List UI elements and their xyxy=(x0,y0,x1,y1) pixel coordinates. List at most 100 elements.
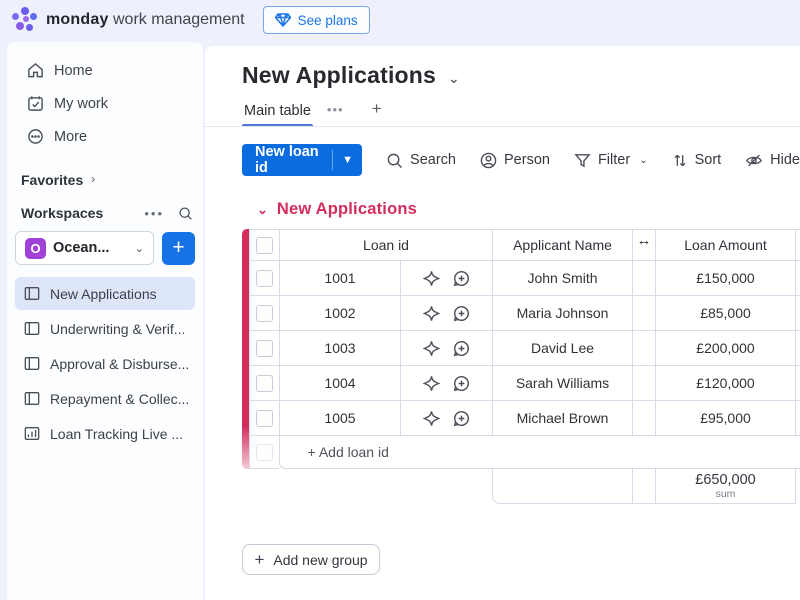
new-item-dropdown-icon[interactable]: ▼ xyxy=(333,144,362,176)
loan-id-cell[interactable]: 1003 xyxy=(279,331,400,366)
plus-icon: + xyxy=(254,550,264,570)
table-row: 1004 Sarah Williams £120,000 xyxy=(242,366,800,401)
loan-id-cell[interactable]: 1001 xyxy=(279,261,400,296)
workspaces-search-icon[interactable] xyxy=(178,206,193,221)
loan-id-cell[interactable]: 1002 xyxy=(279,296,400,331)
group-color-bar xyxy=(242,229,249,469)
sidebar-board-repayment[interactable]: Repayment & Collec... xyxy=(15,382,195,415)
item-actions-cell xyxy=(400,261,492,296)
top-bar: monday work management See plans xyxy=(0,0,800,40)
sidebar-workspaces-header: Workspaces ••• xyxy=(15,193,195,229)
chevron-down-icon: ⌄ xyxy=(135,242,144,255)
eye-slash-icon xyxy=(745,152,763,169)
filter-dropdown-icon[interactable]: ⌄ xyxy=(639,155,647,166)
brand-title: monday work management xyxy=(46,11,245,29)
column-header-applicant-name[interactable]: Applicant Name xyxy=(492,229,632,261)
group-title[interactable]: New Applications xyxy=(277,200,417,219)
column-header-loan-id[interactable]: Loan id xyxy=(279,229,492,261)
table-row: 1003 David Lee £200,000 xyxy=(242,331,800,366)
add-loan-id-button[interactable]: + Add loan id xyxy=(279,436,800,469)
filter-button[interactable]: Filter ⌄ xyxy=(574,152,648,169)
board-title-chevron-icon[interactable]: ⌄ xyxy=(448,70,460,87)
row-checkbox[interactable] xyxy=(256,340,273,357)
tab-options-icon[interactable]: ••• xyxy=(327,102,344,127)
board-title[interactable]: New Applications xyxy=(242,62,436,89)
column-header-loan-amount[interactable]: Loan Amount xyxy=(655,229,795,261)
calendar-check-icon xyxy=(27,95,44,112)
sidebar-board-underwriting[interactable]: Underwriting & Verif... xyxy=(15,312,195,345)
board-table: Loan id Applicant Name ↔ Loan Amount 100… xyxy=(242,229,800,504)
loan-amount-cell[interactable]: £120,000 xyxy=(655,366,795,401)
see-plans-button[interactable]: See plans xyxy=(263,6,370,34)
row-checkbox[interactable] xyxy=(256,375,273,392)
new-loan-id-button[interactable]: New loan id ▼ xyxy=(242,144,362,176)
home-icon xyxy=(27,62,44,79)
sidebar-item-home[interactable]: Home xyxy=(15,54,195,87)
item-actions-cell xyxy=(400,366,492,401)
column-gap[interactable]: ↔ xyxy=(632,229,655,261)
row-checkbox[interactable] xyxy=(256,410,273,427)
ai-sparkle-icon[interactable] xyxy=(423,305,440,322)
add-new-group-button[interactable]: + Add new group xyxy=(242,544,380,575)
column-summary-row: £650,000 sum xyxy=(492,469,800,504)
monday-logo-icon xyxy=(12,7,38,33)
loan-amount-cell[interactable]: £200,000 xyxy=(655,331,795,366)
search-button[interactable]: Search xyxy=(386,152,456,169)
applicant-name-cell[interactable]: Michael Brown xyxy=(492,401,632,436)
board-toolbar: New loan id ▼ Search Person Filter ⌄ Sor… xyxy=(242,144,800,176)
group-collapse-icon[interactable]: ⌄ xyxy=(257,202,268,218)
loan-id-cell[interactable]: 1004 xyxy=(279,366,400,401)
row-checkbox[interactable] xyxy=(256,305,273,322)
person-filter-button[interactable]: Person xyxy=(480,152,550,169)
workspaces-menu-icon[interactable]: ••• xyxy=(144,206,164,221)
filter-funnel-icon xyxy=(574,152,591,169)
sidebar-board-loan-tracking[interactable]: Loan Tracking Live ... xyxy=(15,417,195,450)
more-circle-icon xyxy=(27,128,44,145)
hide-button[interactable]: Hide xyxy=(745,152,800,169)
tab-main-table[interactable]: Main table xyxy=(242,97,313,127)
sidebar: Home My work More Favorites › Workspaces… xyxy=(7,42,203,600)
board-icon xyxy=(24,356,40,371)
board-icon xyxy=(24,286,40,301)
search-icon xyxy=(386,152,403,169)
gem-icon xyxy=(275,13,291,27)
sidebar-item-more[interactable]: More xyxy=(15,120,195,153)
loan-amount-summary[interactable]: £650,000 sum xyxy=(655,469,795,504)
applicant-name-cell[interactable]: John Smith xyxy=(492,261,632,296)
ai-sparkle-icon[interactable] xyxy=(423,410,440,427)
ai-sparkle-icon[interactable] xyxy=(423,340,440,357)
add-update-bubble-icon[interactable] xyxy=(453,270,470,287)
add-item-row[interactable]: + Add loan id xyxy=(242,436,800,469)
add-update-bubble-icon[interactable] xyxy=(453,375,470,392)
select-all-checkbox[interactable] xyxy=(256,237,273,254)
applicant-name-cell[interactable]: David Lee xyxy=(492,331,632,366)
sidebar-favorites[interactable]: Favorites › xyxy=(15,153,195,193)
workspace-selector[interactable]: O Ocean... ⌄ xyxy=(15,231,154,265)
item-actions-cell xyxy=(400,401,492,436)
loan-id-cell[interactable]: 1005 xyxy=(279,401,400,436)
applicant-name-cell[interactable]: Sarah Williams xyxy=(492,366,632,401)
add-update-bubble-icon[interactable] xyxy=(453,410,470,427)
table-row: 1005 Michael Brown £95,000 xyxy=(242,401,800,436)
row-checkbox[interactable] xyxy=(256,270,273,287)
main-content: New Applications ⌄ Main table ••• + New … xyxy=(205,46,800,600)
chevron-right-icon: › xyxy=(91,172,95,186)
summary-empty-cell xyxy=(492,469,632,504)
add-workspace-item-button[interactable]: + xyxy=(162,232,195,265)
table-header-row: Loan id Applicant Name ↔ Loan Amount xyxy=(242,229,800,261)
sidebar-board-new-applications[interactable]: New Applications xyxy=(15,277,195,310)
add-update-bubble-icon[interactable] xyxy=(453,305,470,322)
sidebar-item-my-work[interactable]: My work xyxy=(15,87,195,120)
ai-sparkle-icon[interactable] xyxy=(423,270,440,287)
loan-amount-cell[interactable]: £95,000 xyxy=(655,401,795,436)
loan-amount-cell[interactable]: £85,000 xyxy=(655,296,795,331)
loan-amount-cell[interactable]: £150,000 xyxy=(655,261,795,296)
applicant-name-cell[interactable]: Maria Johnson xyxy=(492,296,632,331)
add-update-bubble-icon[interactable] xyxy=(453,340,470,357)
sort-button[interactable]: Sort xyxy=(672,152,722,169)
tabs-bar: Main table ••• + xyxy=(242,97,800,127)
ai-sparkle-icon[interactable] xyxy=(423,375,440,392)
add-view-tab-button[interactable]: + xyxy=(358,99,388,127)
board-icon xyxy=(24,391,40,406)
sidebar-board-approval[interactable]: Approval & Disburse... xyxy=(15,347,195,380)
